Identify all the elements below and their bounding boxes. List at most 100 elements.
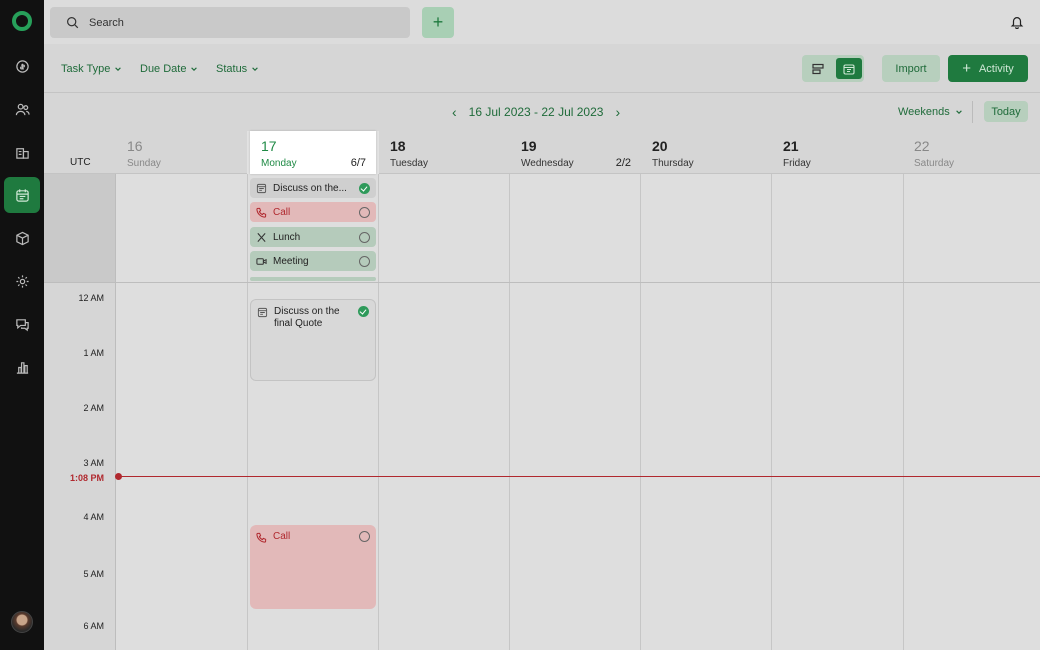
event-call-block[interactable]: Call <box>250 525 376 609</box>
sidebar-item-contacts[interactable] <box>4 91 40 127</box>
today-button[interactable]: Today <box>984 101 1028 122</box>
add-activity-button[interactable]: + Activity <box>948 55 1028 82</box>
day-number: 16 <box>127 138 143 154</box>
status-open-icon[interactable] <box>359 231 370 243</box>
time-label: 1 AM <box>83 348 104 358</box>
filter-label: Due Date <box>140 63 187 75</box>
sidebar-item-messages[interactable] <box>4 306 40 342</box>
event-title: Discuss on the final Quote <box>274 306 340 329</box>
event-title: Call <box>273 206 291 218</box>
weekends-dropdown[interactable]: Weekends <box>898 106 963 118</box>
plus-icon: + <box>962 60 971 77</box>
task-icon <box>256 183 267 193</box>
day-header-wednesday[interactable]: 19 Wednesday 2/2 <box>510 131 641 174</box>
timezone-header: UTC <box>44 131 116 174</box>
phone-icon <box>256 207 267 218</box>
app-logo[interactable] <box>12 11 32 31</box>
chevron-down-icon <box>191 67 198 71</box>
column-divider <box>640 174 641 650</box>
day-header-thursday[interactable]: 20 Thursday <box>641 131 772 174</box>
sidebar-item-deals[interactable] <box>4 48 40 84</box>
sidebar-item-products[interactable] <box>4 220 40 256</box>
sidebar-item-companies[interactable] <box>4 134 40 170</box>
calendar-nav: ‹ 16 Jul 2023 - 22 Jul 2023 › Weekends T… <box>44 93 1040 131</box>
list-view-button[interactable] <box>805 58 831 79</box>
activity-label: Activity <box>978 62 1014 75</box>
day-header-friday[interactable]: 21 Friday <box>772 131 903 174</box>
event-overflow-indicator[interactable] <box>250 277 376 281</box>
sidebar-item-reports[interactable] <box>4 349 40 385</box>
all-day-gutter <box>44 174 116 282</box>
day-header-monday[interactable]: 17 Monday 6/7 <box>250 131 376 174</box>
import-button[interactable]: Import <box>882 55 940 82</box>
calendar-view-button[interactable] <box>836 58 862 79</box>
bell-icon[interactable] <box>1010 15 1024 29</box>
day-number: 17 <box>261 138 277 154</box>
weekends-label: Weekends <box>898 106 950 118</box>
status-open-icon[interactable] <box>359 531 370 542</box>
utensils-icon <box>257 232 266 242</box>
time-gutter: 12 AM 1 AM 2 AM 3 AM 1:08 PM 4 AM 5 AM 6… <box>44 282 116 650</box>
gear-icon <box>15 274 29 288</box>
calendar-icon <box>843 63 855 75</box>
event-row: Call <box>256 531 370 543</box>
status-complete-icon[interactable] <box>359 182 370 194</box>
next-week-button[interactable]: › <box>615 104 620 120</box>
event-lunch[interactable]: Lunch <box>250 227 376 247</box>
chevron-down-icon <box>115 67 122 71</box>
day-task-count: 6/7 <box>350 157 366 169</box>
day-name: Sunday <box>127 158 161 169</box>
filter-due-date[interactable]: Due Date <box>140 63 198 75</box>
chevron-down-icon <box>252 67 258 71</box>
quick-add-button[interactable]: + <box>422 7 454 38</box>
search-placeholder: Search <box>89 16 124 29</box>
all-day-divider <box>44 282 1040 283</box>
sidebar-item-settings[interactable] <box>4 263 40 299</box>
day-name: Wednesday <box>521 158 574 169</box>
divider <box>972 101 973 123</box>
timezone-label: UTC <box>70 157 91 168</box>
day-header-tuesday[interactable]: 18 Tuesday <box>379 131 510 174</box>
phone-icon <box>256 532 267 543</box>
event-task[interactable]: Discuss on the... <box>250 178 376 198</box>
time-label: 2 AM <box>83 403 104 413</box>
column-divider <box>771 174 772 650</box>
prev-week-button[interactable]: ‹ <box>452 104 457 120</box>
user-avatar[interactable] <box>11 611 33 633</box>
search-input[interactable]: Search <box>50 7 410 38</box>
event-call[interactable]: Call <box>250 202 376 222</box>
day-header-saturday[interactable]: 22 Saturday <box>903 131 1040 174</box>
bar-chart-icon <box>16 361 28 374</box>
filter-status[interactable]: Status <box>216 63 259 75</box>
current-time-dot <box>115 473 122 480</box>
status-open-icon[interactable] <box>359 255 370 267</box>
chat-icon <box>15 318 29 331</box>
event-title: Discuss on the... <box>273 182 347 194</box>
current-time-label: 1:08 PM <box>69 473 104 483</box>
event-meeting[interactable]: Meeting <box>250 251 376 271</box>
users-icon <box>15 103 30 115</box>
filter-bar: Task Type Due Date Status Import + Activ… <box>44 44 1040 93</box>
status-complete-icon[interactable] <box>358 306 369 317</box>
day-name: Saturday <box>914 158 955 169</box>
filter-task-type[interactable]: Task Type <box>61 63 122 75</box>
building-icon <box>15 147 29 159</box>
column-divider <box>247 174 248 650</box>
event-task-block[interactable]: Discuss on the final Quote <box>250 299 376 381</box>
event-title: Lunch <box>273 231 301 243</box>
task-icon <box>257 307 268 318</box>
status-open-icon[interactable] <box>359 206 370 218</box>
day-name: Friday <box>783 158 811 169</box>
sidebar-item-activities[interactable] <box>4 177 40 213</box>
column-divider <box>509 174 510 650</box>
chevron-down-icon <box>955 110 962 114</box>
view-toggle <box>802 55 864 82</box>
box-icon <box>15 231 29 245</box>
day-header-sunday[interactable]: 16 Sunday <box>116 131 247 174</box>
day-number: 19 <box>521 138 537 154</box>
column-divider <box>378 174 379 650</box>
event-title: Call <box>273 531 291 542</box>
event-title: Meeting <box>273 255 309 267</box>
time-label: 4 AM <box>83 512 104 522</box>
time-label: 6 AM <box>83 621 104 631</box>
